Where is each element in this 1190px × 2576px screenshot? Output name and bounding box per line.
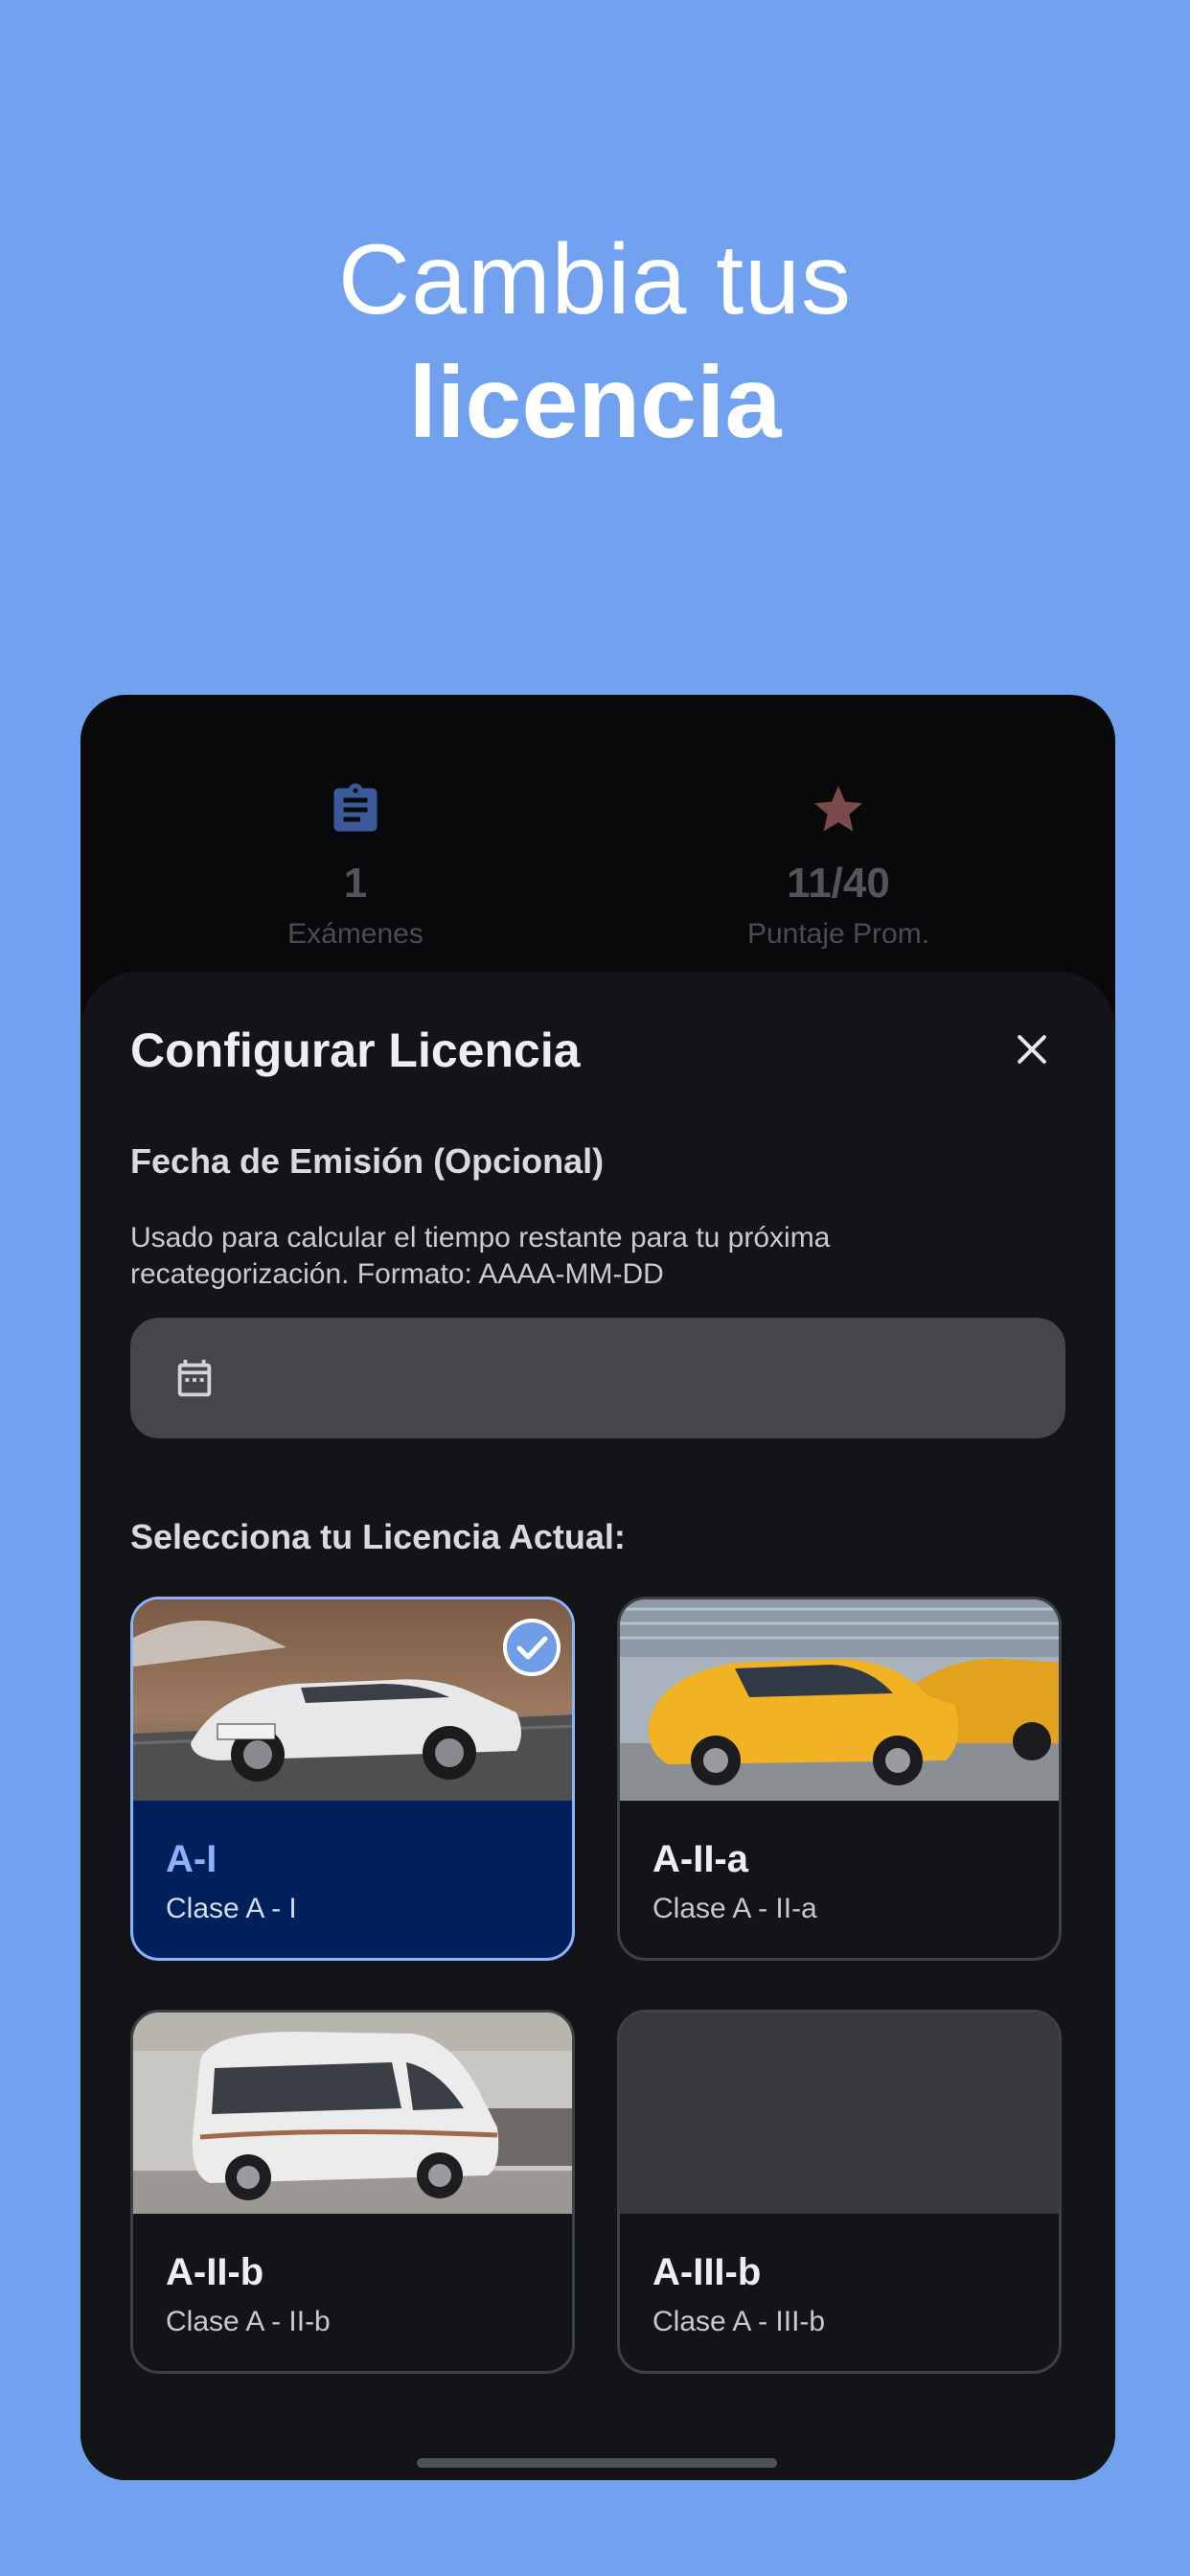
license-code: A-I (166, 1838, 217, 1880)
calendar-icon (177, 1359, 212, 1397)
stat-exams: 1 Exámenes (164, 781, 547, 952)
minibus-image (133, 2012, 572, 2214)
hero-headline: Cambia tus licencia (0, 220, 1190, 464)
stat-average-score: 11/40 Puntaje Prom. (647, 781, 1030, 952)
average-score-value: 11/40 (787, 860, 890, 907)
license-class: Clase A - I (166, 1893, 297, 1924)
selected-check-icon (503, 1619, 561, 1676)
license-card-a-iii-b[interactable]: A-III-b Clase A - III-b (617, 2010, 1062, 2374)
phone-frame: 1 Exámenes 11/40 Puntaje Prom. Configura… (80, 695, 1115, 2480)
star-icon (814, 786, 862, 832)
configure-license-sheet: Configurar Licencia Fecha de Emisión (Op… (80, 972, 1115, 2480)
sheet-title: Configurar Licencia (130, 1024, 581, 1077)
clipboard-icon (333, 783, 378, 832)
home-indicator (417, 2458, 777, 2468)
close-button[interactable] (1007, 1024, 1057, 1074)
license-card-a-ii-b[interactable]: A-II-b Clase A - II-b (130, 2010, 575, 2374)
license-card-a-ii-a[interactable]: A-II-a Clase A - II-a (617, 1597, 1062, 1961)
issue-date-field[interactable] (130, 1318, 1065, 1440)
issue-date-title: Fecha de Emisión (Opcional) (130, 1141, 605, 1181)
close-icon (1018, 1035, 1046, 1064)
license-class: Clase A - III-b (652, 2306, 826, 2337)
hero-line-2: licencia (408, 346, 782, 459)
average-score-label: Puntaje Prom. (746, 918, 930, 950)
issue-date-input[interactable] (245, 1318, 1035, 1440)
exams-label: Exámenes (287, 918, 423, 950)
license-class: Clase A - II-a (652, 1893, 817, 1924)
issue-date-helper: Usado para calcular el tiempo restante p… (130, 1222, 831, 1290)
license-code: A-II-b (166, 2251, 264, 2293)
license-card-a-i[interactable]: A-I Clase A - I (130, 1597, 575, 1961)
license-image-placeholder (620, 2012, 1059, 2214)
license-class: Clase A - II-b (166, 2306, 331, 2337)
exams-count: 1 (343, 860, 368, 907)
taxi-image (620, 1599, 1059, 1801)
license-select-title: Selecciona tu Licencia Actual: (130, 1517, 626, 1556)
license-code: A-III-b (652, 2251, 762, 2293)
license-code: A-II-a (652, 1838, 748, 1880)
hero-line-1: Cambia tus (338, 224, 852, 335)
